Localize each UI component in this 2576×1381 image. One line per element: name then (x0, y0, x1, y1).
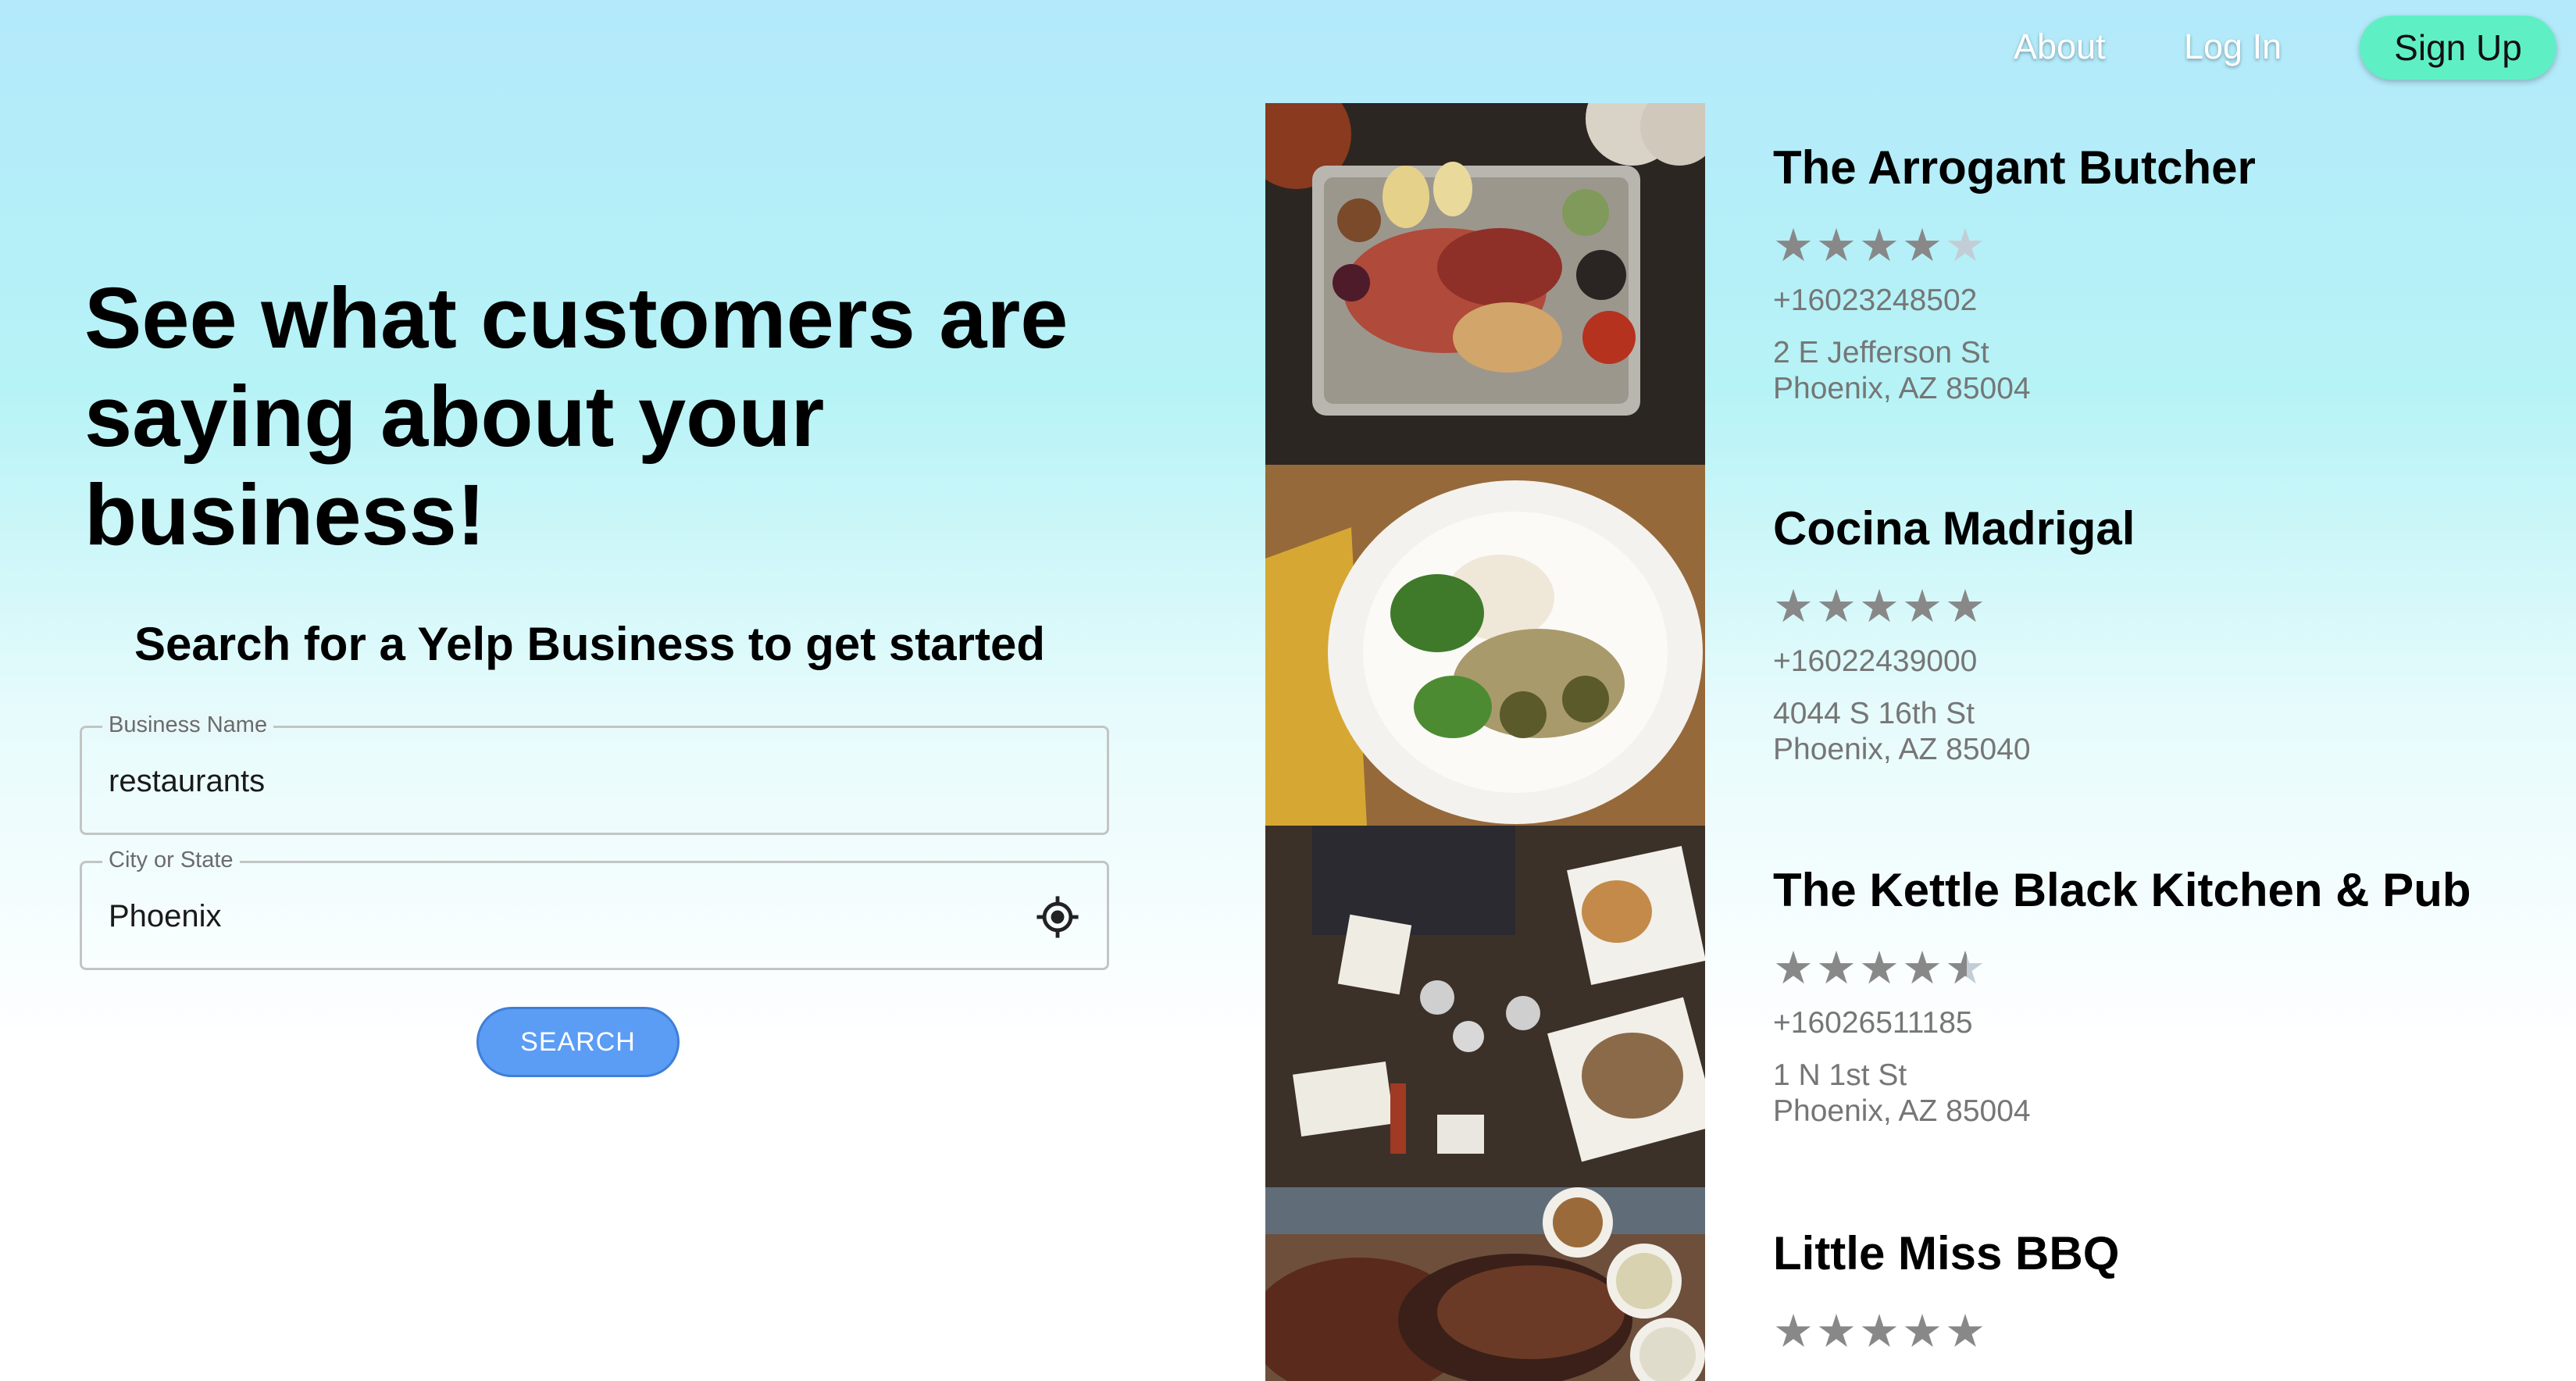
star-icon: ★ (1773, 941, 1814, 994)
star-icon: ★ (1816, 1304, 1857, 1358)
address-line2: Phoenix, AZ 85004 (1773, 1094, 2031, 1128)
nav-about-link[interactable]: About (2014, 27, 2106, 67)
star-icon: ★ (1945, 945, 1988, 990)
business-photo[interactable] (1265, 826, 1705, 1187)
star-icon: ★ (1859, 1304, 1900, 1358)
address-line2: Phoenix, AZ 85004 (1773, 372, 2031, 405)
business-phone: +16023248502 (1773, 284, 1978, 317)
star-icon: ★ (1773, 219, 1814, 272)
star-rating: ★ ★ ★ ★ ★ (1773, 223, 2476, 268)
business-name-field[interactable]: Business Name restaurants (80, 712, 1109, 835)
business-name[interactable]: Cocina Madrigal (1773, 501, 2476, 556)
result-card[interactable]: Cocina Madrigal ★ ★ ★ ★ ★ +16022439000 4044 … (1773, 501, 2476, 768)
address-line2: Phoenix, AZ 85040 (1773, 733, 2031, 766)
business-name[interactable]: Little Miss BBQ (1773, 1226, 2476, 1281)
my-location-icon[interactable] (1035, 894, 1080, 940)
star-icon: ★ (1859, 580, 1900, 633)
search-button[interactable]: SEARCH (476, 1007, 680, 1077)
star-icon: ★ (1902, 580, 1943, 633)
address-line1: 2 E Jefferson St (1773, 336, 1989, 369)
address-line1: 4044 S 16th St (1773, 697, 1975, 730)
star-icon: ★ (1816, 580, 1857, 633)
business-photo[interactable] (1265, 1187, 1705, 1381)
business-photo[interactable] (1265, 465, 1705, 826)
business-name[interactable]: The Arrogant Butcher (1773, 141, 2476, 195)
business-photo[interactable] (1265, 103, 1705, 465)
star-icon: ★ (1945, 580, 1986, 633)
business-phone: +16026511185 (1773, 1006, 1973, 1040)
hero-subtitle: Search for a Yelp Business to get starte… (134, 618, 1045, 670)
signup-button[interactable]: Sign Up (2360, 16, 2556, 80)
business-address: 1 N 1st St Phoenix, AZ 85004 (1773, 1058, 2476, 1129)
address-line1: 1 N 1st St (1773, 1058, 1907, 1092)
city-state-input[interactable]: Phoenix (109, 899, 222, 934)
business-name[interactable]: The Kettle Black Kitchen & Pub (1773, 863, 2476, 918)
star-icon: ★ (1902, 219, 1943, 272)
business-name-input[interactable]: restaurants (109, 764, 265, 799)
star-icon: ★ (1773, 580, 1814, 633)
star-icon: ★ (1902, 941, 1943, 994)
business-name-label: Business Name (102, 712, 274, 738)
star-icon: ★ (1859, 219, 1900, 272)
star-icon: ★ (1816, 941, 1857, 994)
star-icon: ★ (1902, 1304, 1943, 1358)
business-phone: +16022439000 (1773, 644, 1978, 678)
business-address: 2 E Jefferson St Phoenix, AZ 85004 (1773, 335, 2476, 407)
star-rating: ★ ★ ★ ★ ★ (1773, 583, 2476, 629)
result-card[interactable]: Little Miss BBQ ★ ★ ★ ★ ★ (1773, 1226, 2476, 1354)
city-state-label: City or State (102, 848, 240, 873)
hero-title: See what customers are saying about your… (84, 270, 1069, 563)
star-rating: ★ ★ ★ ★ ★ (1773, 1308, 2476, 1354)
nav-login-link[interactable]: Log In (2184, 27, 2282, 67)
business-address: 4044 S 16th St Phoenix, AZ 85040 (1773, 696, 2476, 768)
star-icon: ★ (1945, 219, 1986, 272)
star-icon: ★ (1773, 1304, 1814, 1358)
star-icon: ★ (1859, 941, 1900, 994)
star-rating: ★ ★ ★ ★ ★ (1773, 945, 2476, 990)
star-icon: ★ (1945, 1304, 1986, 1358)
result-card[interactable]: The Kettle Black Kitchen & Pub ★★★★★ +16… (1773, 863, 2476, 1129)
star-icon: ★ (1816, 219, 1857, 272)
result-card[interactable]: The Arrogant Butcher ★ ★ ★ ★ ★ +16023248502 … (1773, 141, 2476, 407)
city-state-field[interactable]: City or State Phoenix (80, 848, 1109, 970)
